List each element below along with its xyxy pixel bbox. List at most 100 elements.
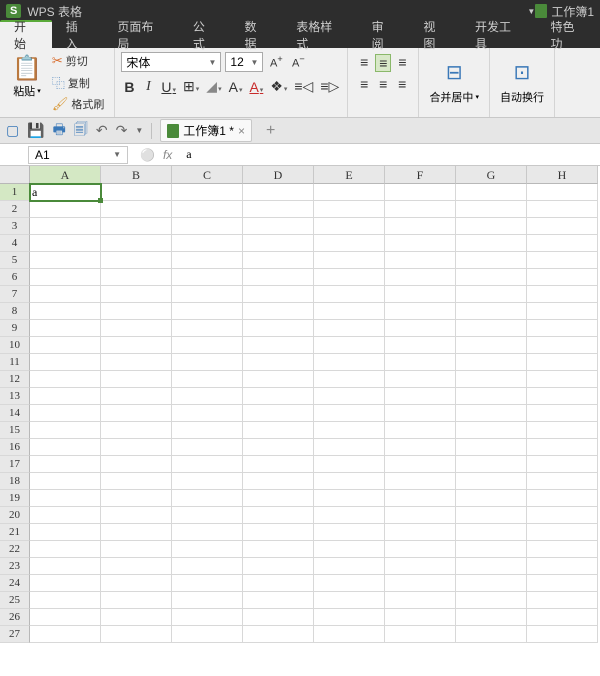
cell[interactable] bbox=[172, 269, 243, 286]
cell[interactable] bbox=[385, 524, 456, 541]
cell[interactable] bbox=[385, 320, 456, 337]
cell[interactable] bbox=[314, 507, 385, 524]
cell[interactable] bbox=[172, 490, 243, 507]
cell[interactable] bbox=[456, 473, 527, 490]
column-header[interactable]: D bbox=[243, 166, 314, 184]
cell[interactable] bbox=[527, 524, 598, 541]
cell[interactable] bbox=[172, 507, 243, 524]
cell[interactable] bbox=[456, 371, 527, 388]
cell[interactable] bbox=[243, 252, 314, 269]
cell[interactable] bbox=[172, 218, 243, 235]
cell[interactable] bbox=[456, 626, 527, 643]
cell[interactable] bbox=[30, 354, 101, 371]
cell[interactable] bbox=[172, 303, 243, 320]
cell[interactable] bbox=[314, 235, 385, 252]
cell[interactable] bbox=[101, 354, 172, 371]
cell[interactable] bbox=[243, 422, 314, 439]
cell[interactable] bbox=[385, 626, 456, 643]
cell[interactable] bbox=[314, 337, 385, 354]
row-header[interactable]: 18 bbox=[0, 473, 30, 490]
cell[interactable] bbox=[30, 303, 101, 320]
align-bottom-button[interactable]: ≡ bbox=[394, 54, 410, 72]
cell[interactable] bbox=[172, 337, 243, 354]
column-header[interactable]: B bbox=[101, 166, 172, 184]
cell[interactable] bbox=[527, 490, 598, 507]
dropdown-icon[interactable]: ▼ bbox=[527, 7, 535, 16]
cell[interactable] bbox=[527, 201, 598, 218]
cell[interactable] bbox=[172, 626, 243, 643]
cell[interactable] bbox=[527, 354, 598, 371]
cell[interactable] bbox=[101, 524, 172, 541]
row-header[interactable]: 12 bbox=[0, 371, 30, 388]
cell[interactable] bbox=[172, 524, 243, 541]
cell[interactable] bbox=[456, 286, 527, 303]
cell[interactable] bbox=[456, 269, 527, 286]
cell[interactable] bbox=[101, 490, 172, 507]
tab-insert[interactable]: 插入 bbox=[52, 22, 104, 48]
column-header[interactable]: E bbox=[314, 166, 385, 184]
cell[interactable] bbox=[30, 252, 101, 269]
cell[interactable]: a bbox=[30, 184, 101, 201]
cell[interactable] bbox=[456, 201, 527, 218]
row-header[interactable]: 11 bbox=[0, 354, 30, 371]
cell[interactable] bbox=[101, 558, 172, 575]
cell[interactable] bbox=[30, 575, 101, 592]
cell[interactable] bbox=[30, 609, 101, 626]
cell[interactable] bbox=[527, 626, 598, 643]
cell[interactable] bbox=[101, 337, 172, 354]
cell[interactable] bbox=[101, 541, 172, 558]
cell[interactable] bbox=[314, 575, 385, 592]
cell[interactable] bbox=[314, 524, 385, 541]
cell[interactable] bbox=[30, 235, 101, 252]
new-tab-button[interactable]: + bbox=[260, 122, 281, 140]
font-size-dropdown[interactable]: 12▼ bbox=[225, 52, 263, 72]
cell[interactable] bbox=[243, 609, 314, 626]
cell[interactable] bbox=[527, 609, 598, 626]
cell[interactable] bbox=[101, 473, 172, 490]
cell[interactable] bbox=[101, 609, 172, 626]
cell[interactable] bbox=[456, 354, 527, 371]
select-all-corner[interactable] bbox=[0, 166, 30, 184]
chevron-down-icon[interactable]: ▼ bbox=[135, 126, 143, 135]
row-header[interactable]: 20 bbox=[0, 507, 30, 524]
wrap-icon[interactable]: ⊡ bbox=[514, 60, 531, 85]
cell[interactable] bbox=[456, 507, 527, 524]
format-painter-button[interactable]: 🖌格式刷 bbox=[50, 95, 107, 113]
cell[interactable] bbox=[314, 371, 385, 388]
cell[interactable] bbox=[385, 218, 456, 235]
cell[interactable] bbox=[101, 235, 172, 252]
close-icon[interactable]: × bbox=[238, 124, 245, 138]
decrease-font-button[interactable]: A− bbox=[289, 54, 307, 70]
indent-increase-button[interactable]: ≡▷ bbox=[318, 78, 341, 95]
cell[interactable] bbox=[314, 473, 385, 490]
cell[interactable] bbox=[527, 252, 598, 269]
cell[interactable] bbox=[314, 218, 385, 235]
cell[interactable] bbox=[527, 371, 598, 388]
cell[interactable] bbox=[172, 558, 243, 575]
cell[interactable] bbox=[527, 439, 598, 456]
cell[interactable] bbox=[243, 524, 314, 541]
cell[interactable] bbox=[456, 218, 527, 235]
cell[interactable] bbox=[314, 558, 385, 575]
column-header[interactable]: A bbox=[30, 166, 101, 184]
cell[interactable] bbox=[527, 286, 598, 303]
font-name-dropdown[interactable]: 宋体▼ bbox=[121, 52, 221, 72]
cell[interactable] bbox=[243, 201, 314, 218]
row-header[interactable]: 21 bbox=[0, 524, 30, 541]
cell[interactable] bbox=[172, 371, 243, 388]
row-header[interactable]: 26 bbox=[0, 609, 30, 626]
cell[interactable] bbox=[172, 388, 243, 405]
cell[interactable] bbox=[30, 405, 101, 422]
cell[interactable] bbox=[243, 320, 314, 337]
cell[interactable] bbox=[385, 252, 456, 269]
save-icon[interactable]: 💾 bbox=[27, 122, 44, 139]
new-file-icon[interactable]: ▢ bbox=[6, 122, 19, 139]
highlight-button[interactable]: A▾ bbox=[247, 79, 265, 95]
cell[interactable] bbox=[101, 439, 172, 456]
cell[interactable] bbox=[30, 388, 101, 405]
cell[interactable] bbox=[314, 201, 385, 218]
cell[interactable] bbox=[30, 439, 101, 456]
column-header[interactable]: C bbox=[172, 166, 243, 184]
cancel-icon[interactable]: ⚪ bbox=[140, 148, 155, 162]
tab-formula[interactable]: 公式 bbox=[179, 22, 231, 48]
